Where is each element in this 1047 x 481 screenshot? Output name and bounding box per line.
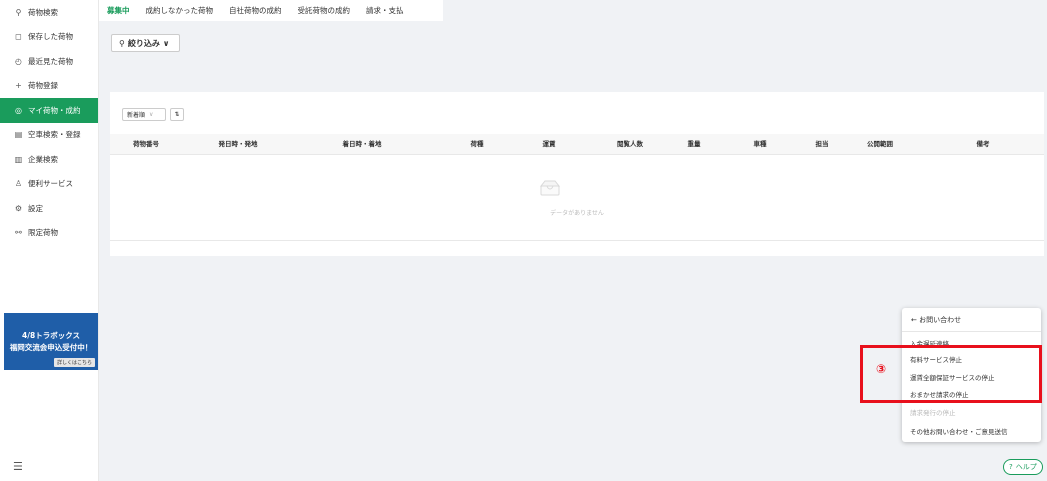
help-button[interactable]: ? ヘルプ [1003,459,1043,475]
column-header: 公開範囲 [867,140,893,148]
column-header: 備考 [976,140,990,148]
truck-list-icon: ▤ [14,130,23,140]
column-header: 着日時・着地 [342,140,382,148]
sidebar-menu: ⚲ 荷物検索 ◻ 保存した荷物 ◴ 最近見た荷物 + 荷物登録 ◎ マイ荷物・成約 ▤ 空車検索・登録… [0,0,98,245]
column-header: 担当 [815,140,829,148]
sidebar-item[interactable]: ▤ 空車検索・登録 [0,123,98,148]
banner-line1: 4/8トラボックス [22,331,80,340]
tab[interactable]: 請求・支払 [358,0,412,21]
handshake-icon: ⚯ [15,228,22,238]
sidebar: ⚲ 荷物検索 ◻ 保存した荷物 ◴ 最近見た荷物 + 荷物登録 ◎ マイ荷物・成約 ▤ 空車検索・登録… [0,0,99,481]
target-icon: ◎ [15,105,22,115]
column-header: 運賃 [542,140,556,148]
menu-back-button[interactable]: ← お問い合わせ [911,315,961,325]
empty-box-icon [539,180,561,196]
empty-text: データがありません [550,210,604,217]
sidebar-item[interactable]: ♙ 便利サービス [0,172,98,197]
sidebar-item[interactable]: ◎ マイ荷物・成約 [0,98,98,123]
sort-arrows-icon: ⇅ [174,111,180,118]
annotation-highlight-box [860,345,1042,403]
sort-select-value: 新着順 [127,112,146,119]
plus-icon: + [15,81,22,91]
annotation-number: ③ [876,362,887,376]
tab[interactable]: 受託荷物の成約 [290,0,359,21]
collapse-menu-icon[interactable]: ☰ [13,460,23,473]
column-header: 発日時・発地 [218,140,258,148]
sidebar-item-label: 荷物検索 [28,7,58,17]
tab[interactable]: 成約しなかった荷物 [138,0,222,21]
tab[interactable]: 自社荷物の成約 [221,0,290,21]
chevron-down-icon: ∨ [162,38,170,48]
person-icon: ♙ [14,179,23,189]
sidebar-item[interactable]: ⚲ 荷物検索 [0,0,98,25]
column-header: 車種 [753,140,767,148]
gear-icon: ⚙ [14,203,23,213]
menu-divider [902,331,1041,332]
building-icon: ▥ [14,154,23,164]
tab-bar: 募集中 成約しなかった荷物 自社荷物の成約 受託荷物の成約 請求・支払 [99,0,443,21]
column-header: 荷種 [470,140,484,148]
sidebar-item-label: マイ荷物・成約 [28,105,81,115]
sidebar-item[interactable]: + 荷物登録 [0,74,98,99]
sidebar-item-label: 最近見た荷物 [28,56,73,66]
event-banner[interactable]: 4/8トラボックス 福岡交流会申込受付中！ 詳しくはこちら [4,313,98,370]
sidebar-item-label: 空車検索・登録 [28,130,81,140]
column-header: 荷物番号 [133,140,159,148]
help-label: ヘルプ [1015,463,1037,471]
sidebar-item-label: 便利サービス [28,179,73,189]
sidebar-item-label: 保存した荷物 [28,32,73,42]
filter-button-label: 絞り込み [127,38,160,48]
clock-icon: ◴ [15,56,22,66]
sort-direction-button[interactable]: ⇅ [170,108,184,121]
search-icon: ⚲ [15,7,22,17]
sidebar-item[interactable]: ⚯ 限定荷物 [0,221,98,246]
banner-detail-button[interactable]: 詳しくはこちら [53,358,95,367]
search-icon: ⚲ [119,38,125,48]
results-panel: 新着順 ∨ ⇅ 荷物番号 発日時・発地 着日時・着地 荷種 運賃 閲覧人数 重量 車種 担当 公開… [110,92,1044,256]
menu-item: 請求発行の停止 [910,409,956,417]
sidebar-item[interactable]: ◻ 保存した荷物 [0,25,98,50]
sidebar-item[interactable]: ◴ 最近見た荷物 [0,49,98,74]
sidebar-item[interactable]: ⚙ 設定 [0,196,98,221]
banner-line2: 福岡交流会申込受付中！ [9,343,93,352]
tab[interactable]: 募集中 [99,0,138,21]
sort-select[interactable]: 新着順 ∨ [122,108,166,121]
empty-state: データがありません [110,155,1044,241]
sidebar-item-label: 設定 [28,203,43,213]
sidebar-item-label: 企業検索 [28,154,58,164]
filter-button[interactable]: ⚲ 絞り込み ∨ [111,34,181,52]
bookmark-icon: ◻ [15,32,22,42]
sidebar-item-label: 荷物登録 [28,81,58,91]
question-icon: ? [1009,463,1013,471]
sidebar-item-label: 限定荷物 [28,228,58,238]
sidebar-item[interactable]: ▥ 企業検索 [0,147,98,172]
column-header: 重量 [687,140,701,148]
menu-item[interactable]: その他お問い合わせ・ご意見送信 [910,426,1008,436]
table-header: 荷物番号 発日時・発地 着日時・着地 荷種 運賃 閲覧人数 重量 車種 担当 公開範囲 備考 [110,134,1044,155]
column-header: 閲覧人数 [617,140,643,148]
chevron-down-icon: ∨ [149,111,154,118]
